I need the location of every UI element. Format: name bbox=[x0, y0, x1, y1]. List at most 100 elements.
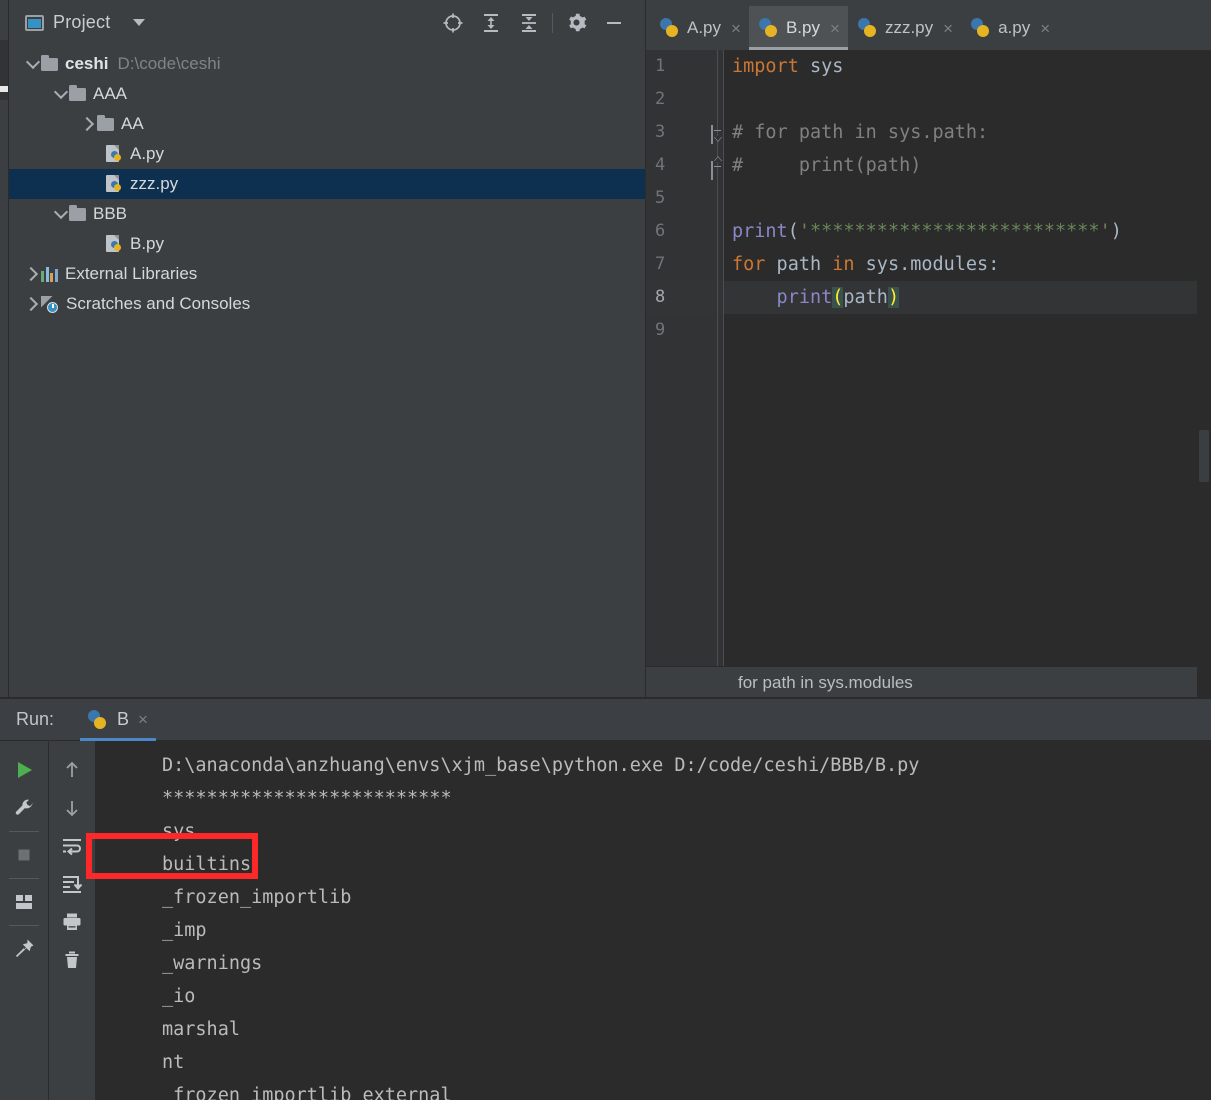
scrollbar-thumb[interactable] bbox=[1199, 430, 1209, 482]
editor-gutter[interactable]: 1 2 3 4 5 6 7 8 9 bbox=[646, 50, 724, 666]
line-number: 9 bbox=[655, 320, 666, 340]
stop-icon[interactable] bbox=[5, 836, 43, 874]
console-line: nt bbox=[162, 1052, 185, 1073]
line-number: 6 bbox=[655, 221, 666, 241]
chevron-right-icon[interactable] bbox=[25, 266, 41, 282]
tree-item-label: zzz.py bbox=[130, 174, 179, 193]
console-line: marshal bbox=[162, 1019, 240, 1040]
editor-tab-zzz-py[interactable]: zzz.py × bbox=[848, 6, 961, 50]
project-panel-header: Project bbox=[9, 0, 645, 45]
close-icon[interactable]: × bbox=[731, 20, 741, 37]
print-icon[interactable] bbox=[53, 903, 91, 941]
console-line: _imp bbox=[162, 920, 207, 941]
chevron-down-icon[interactable] bbox=[25, 56, 41, 72]
run-tool-window: Run: B × D:\anaconda\anzhuang\envs\xjm_b… bbox=[0, 699, 1211, 1100]
python-file-icon bbox=[106, 174, 123, 194]
tree-row-aaa[interactable]: AAA bbox=[9, 79, 645, 109]
toolbar-divider bbox=[9, 925, 39, 926]
tab-label: a.py bbox=[998, 18, 1031, 37]
tree-row-a-py[interactable]: A.py bbox=[9, 139, 645, 169]
editor-tab-b-py[interactable]: B.py × bbox=[748, 6, 848, 50]
code-line-1: import sys bbox=[732, 56, 844, 77]
toolbar-divider bbox=[552, 12, 553, 33]
tab-label: B.py bbox=[785, 18, 820, 37]
pin-icon[interactable] bbox=[5, 930, 43, 968]
folder-icon bbox=[41, 54, 58, 71]
python-file-icon bbox=[971, 18, 991, 38]
locate-target-icon[interactable] bbox=[434, 4, 472, 42]
run-icon[interactable] bbox=[5, 751, 43, 789]
run-panel-header: Run: B × bbox=[0, 699, 1211, 741]
arrow-up-icon[interactable] bbox=[53, 751, 91, 789]
tool-strip-marker bbox=[0, 86, 8, 92]
console-line: _io bbox=[162, 986, 196, 1007]
tree-row-aa[interactable]: AA bbox=[9, 109, 645, 139]
tree-row-zzz-py[interactable]: zzz.py bbox=[9, 169, 645, 199]
run-label: Run: bbox=[16, 709, 55, 729]
close-icon[interactable]: × bbox=[943, 20, 953, 37]
code-line-4: # print(path) bbox=[732, 155, 922, 176]
line-number-current: 8 bbox=[646, 281, 723, 314]
project-panel-title: Project bbox=[53, 12, 111, 32]
gear-icon[interactable] bbox=[557, 4, 595, 42]
tree-item-label: BBB bbox=[93, 204, 128, 223]
tree-item-label: A.py bbox=[130, 144, 165, 163]
folder-icon bbox=[69, 204, 86, 221]
tree-row-b-py[interactable]: B.py bbox=[9, 229, 645, 259]
chevron-right-icon[interactable] bbox=[25, 296, 41, 312]
code-text[interactable]: import sys # for path in sys.path: # pri… bbox=[724, 50, 1211, 666]
python-file-icon bbox=[106, 144, 123, 164]
code-line-7: for path in sys.modules: bbox=[732, 254, 1000, 275]
line-number: 7 bbox=[655, 254, 666, 274]
chevron-down-icon[interactable] bbox=[53, 206, 69, 222]
trash-icon[interactable] bbox=[53, 941, 91, 979]
run-toolbar-primary bbox=[0, 741, 49, 1100]
close-icon[interactable]: × bbox=[138, 710, 148, 730]
fold-collapse-end-icon[interactable] bbox=[711, 157, 725, 180]
python-file-icon bbox=[106, 234, 123, 254]
console-output[interactable]: D:\anaconda\anzhuang\envs\xjm_base\pytho… bbox=[96, 741, 1211, 1100]
project-panel-toolbar bbox=[434, 0, 633, 45]
close-icon[interactable]: × bbox=[1040, 20, 1050, 37]
console-line: builtins bbox=[162, 854, 252, 875]
expand-all-icon[interactable] bbox=[472, 4, 510, 42]
chevron-right-icon[interactable] bbox=[81, 116, 97, 132]
external-libraries-icon bbox=[41, 266, 58, 282]
tree-row-external-libraries[interactable]: External Libraries bbox=[9, 259, 645, 289]
project-tree: ceshi D:\code\ceshi AAA AA A.py zzz.py B… bbox=[9, 45, 645, 319]
code-line-6: print('**************************') bbox=[732, 221, 1122, 242]
code-line-3: # for path in sys.path: bbox=[732, 122, 989, 143]
console-line: _frozen_importlib_external bbox=[162, 1085, 452, 1100]
project-title-group[interactable]: Project bbox=[25, 12, 146, 33]
tree-row-bbb[interactable]: BBB bbox=[9, 199, 645, 229]
editor-tab-a-lower-py[interactable]: a.py × bbox=[961, 6, 1058, 50]
layout-icon[interactable] bbox=[5, 883, 43, 921]
run-tab-label: B bbox=[117, 709, 130, 729]
wrench-icon[interactable] bbox=[5, 789, 43, 827]
editor-scrollbar[interactable] bbox=[1197, 100, 1211, 716]
run-configuration-tab[interactable]: B × bbox=[80, 699, 156, 741]
close-icon[interactable]: × bbox=[830, 20, 840, 37]
editor-area: A.py × B.py × zzz.py × a.py × 1 2 3 4 5 … bbox=[646, 0, 1211, 716]
arrow-down-icon[interactable] bbox=[53, 789, 91, 827]
fold-collapse-icon[interactable] bbox=[711, 125, 725, 144]
collapse-all-icon[interactable] bbox=[510, 4, 548, 42]
chevron-down-icon[interactable] bbox=[53, 86, 69, 102]
code-line-8: print(path) bbox=[724, 281, 1211, 314]
soft-wrap-icon[interactable] bbox=[53, 827, 91, 865]
python-file-icon bbox=[660, 18, 680, 38]
line-number: 5 bbox=[655, 188, 666, 208]
tree-row-scratches-and-consoles[interactable]: Scratches and Consoles bbox=[9, 289, 645, 319]
tree-row-ceshi[interactable]: ceshi D:\code\ceshi bbox=[9, 49, 645, 79]
project-tool-window: Project ceshi D:\code\ceshi AAA AA A.py … bbox=[9, 0, 645, 698]
chevron-down-icon[interactable] bbox=[133, 19, 146, 26]
console-line: ************************** bbox=[162, 788, 452, 809]
python-file-icon bbox=[758, 18, 779, 38]
console-line: sys bbox=[162, 821, 196, 842]
minimize-icon[interactable] bbox=[595, 4, 633, 42]
scroll-to-end-icon[interactable] bbox=[53, 865, 91, 903]
editor-breadcrumb: for path in sys.modules bbox=[646, 666, 1211, 698]
editor-tab-a-py[interactable]: A.py × bbox=[650, 6, 749, 50]
